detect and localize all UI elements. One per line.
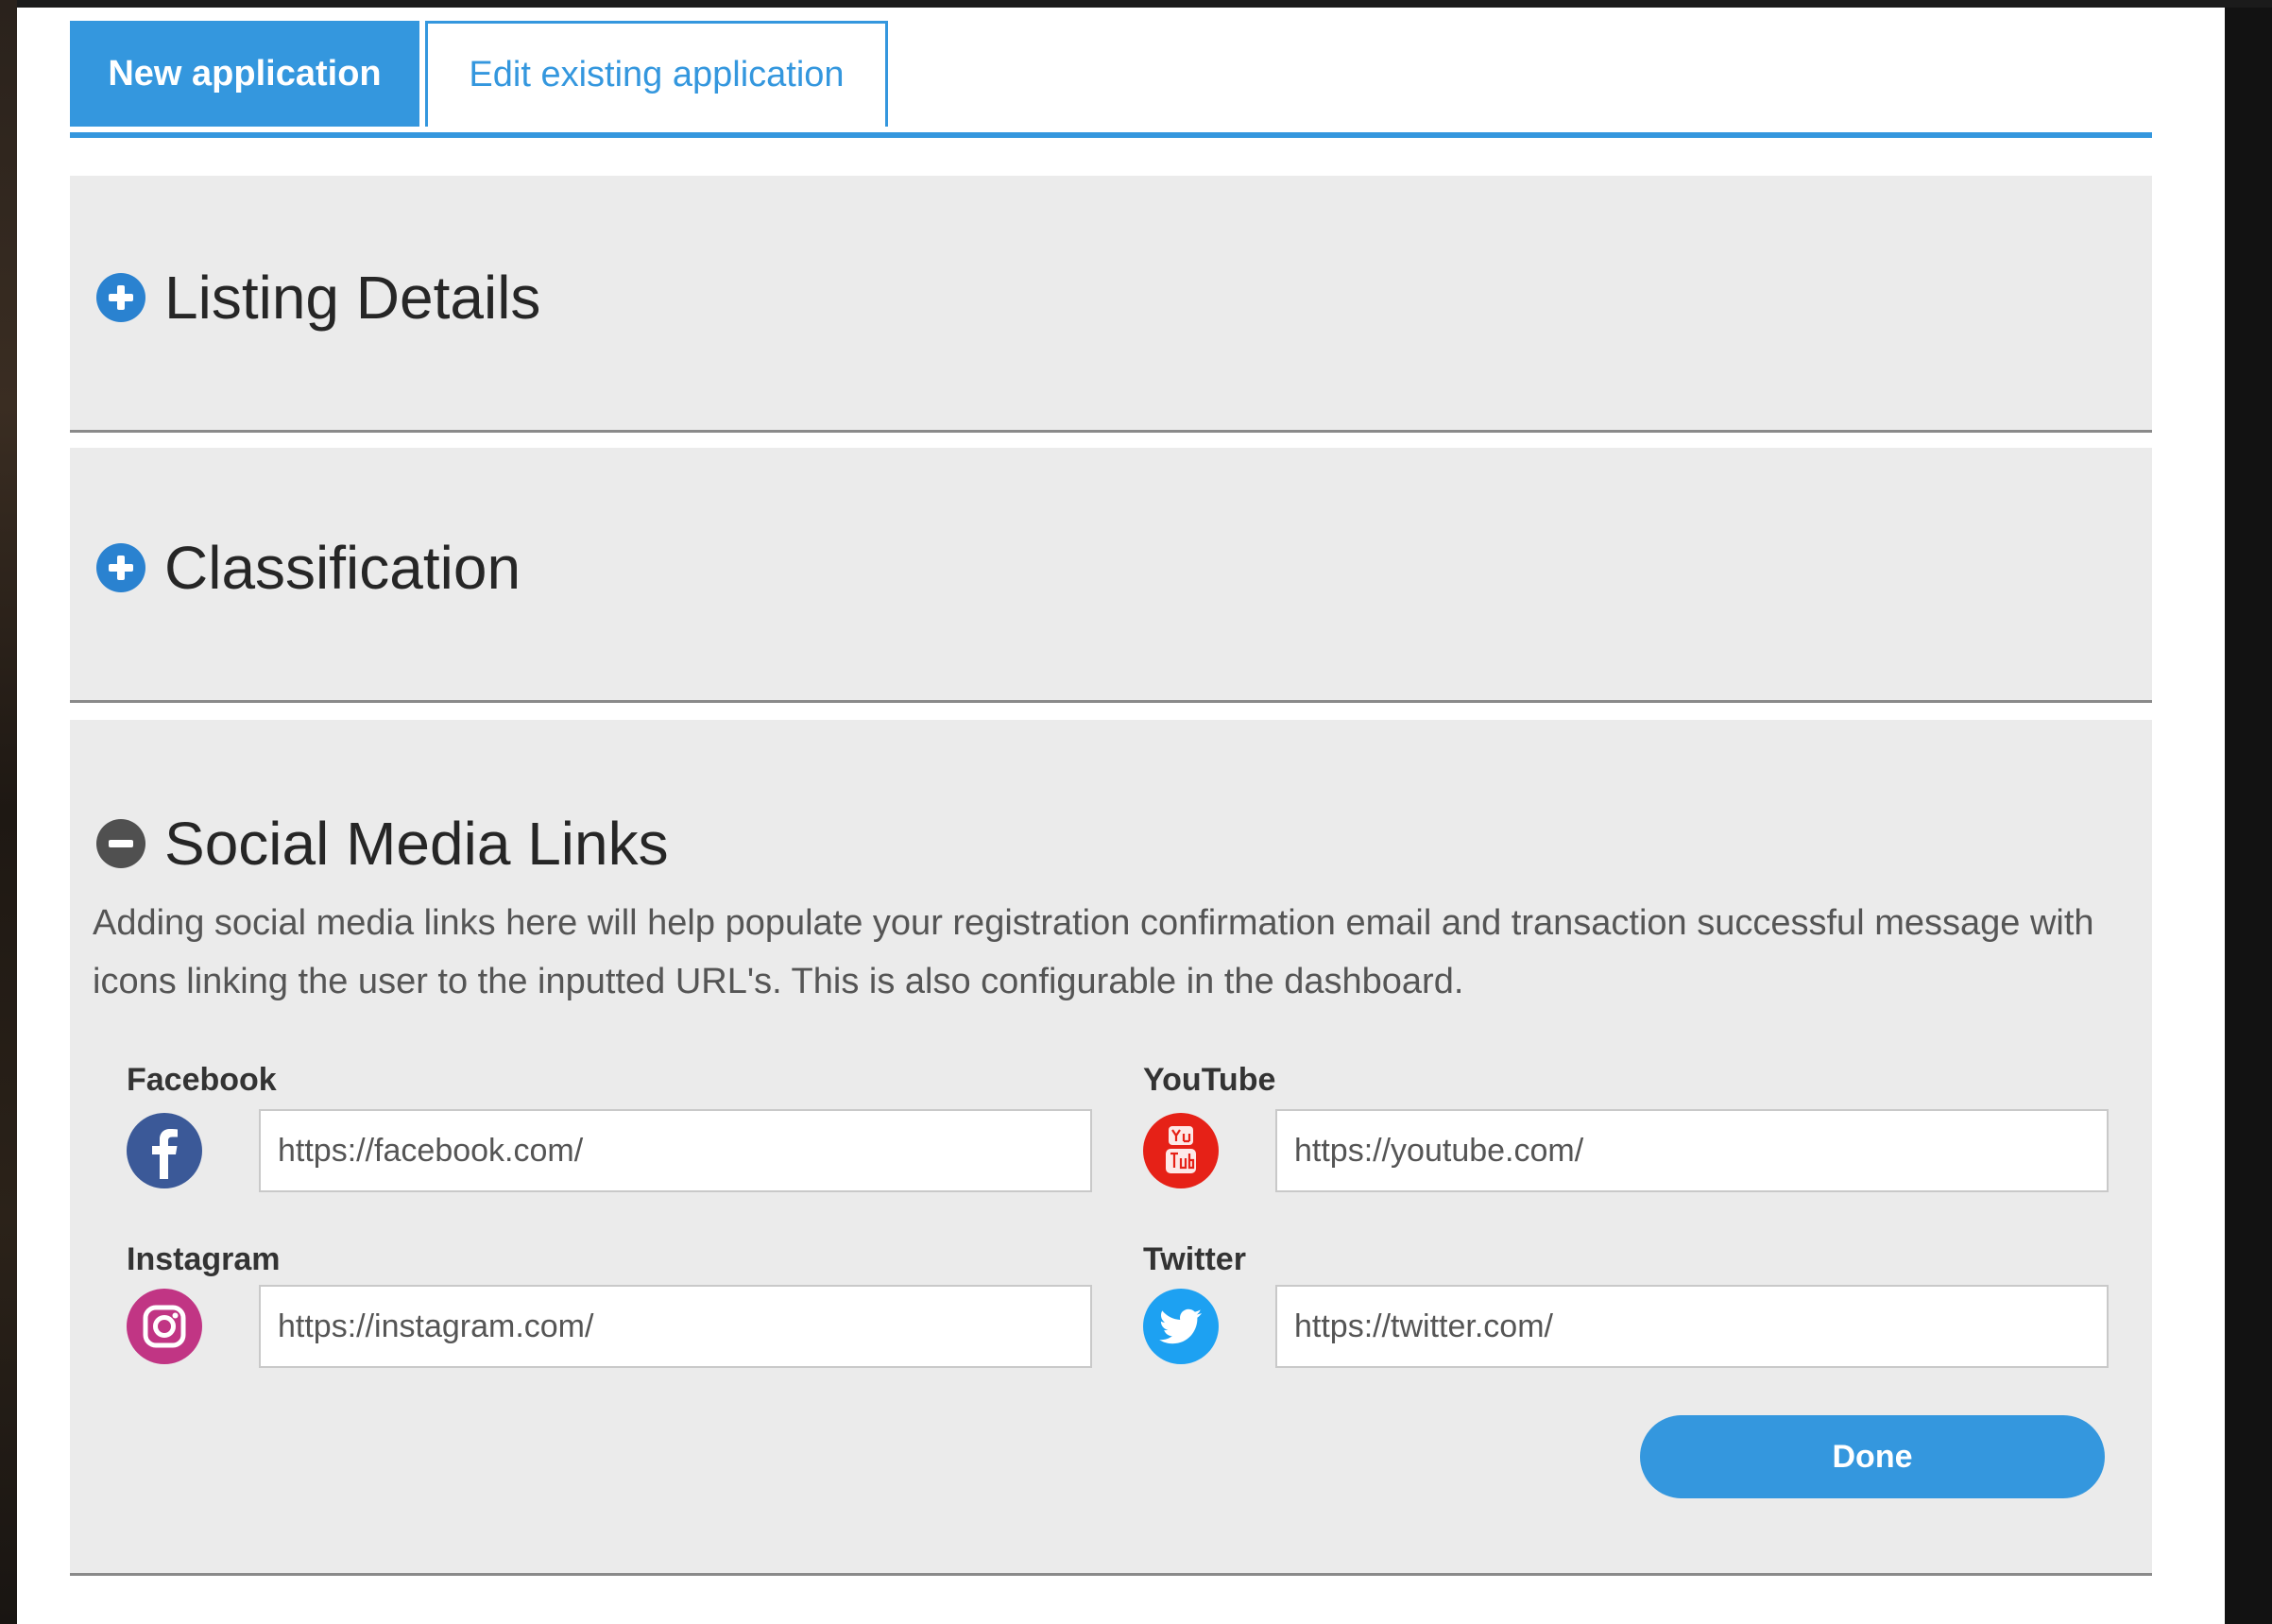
tab-new-application[interactable]: New application bbox=[70, 21, 419, 127]
instagram-label: Instagram bbox=[127, 1241, 281, 1277]
classification-header[interactable]: Classification bbox=[96, 533, 521, 603]
social-media-links-section: Social Media Links Adding social media l… bbox=[70, 720, 2152, 1576]
application-tabs: New application Edit existing applicatio… bbox=[70, 21, 2152, 138]
facebook-label: Facebook bbox=[127, 1062, 277, 1098]
plus-circle-icon bbox=[96, 273, 145, 322]
classification-section: Classification bbox=[70, 448, 2152, 703]
twitter-label: Twitter bbox=[1143, 1241, 1246, 1277]
twitter-url-input[interactable] bbox=[1275, 1285, 2109, 1368]
listing-details-section: Listing Details bbox=[70, 176, 2152, 433]
social-media-links-header[interactable]: Social Media Links bbox=[96, 809, 669, 879]
youtube-label: YouTube bbox=[1143, 1062, 1276, 1098]
window-top-edge bbox=[0, 0, 2272, 8]
section-title-listing-details: Listing Details bbox=[164, 264, 541, 332]
youtube-url-input[interactable] bbox=[1275, 1109, 2109, 1192]
listing-details-header[interactable]: Listing Details bbox=[96, 263, 540, 333]
done-button[interactable]: Done bbox=[1640, 1415, 2105, 1498]
section-title-classification: Classification bbox=[164, 534, 521, 602]
section-title-social-media-links: Social Media Links bbox=[164, 810, 669, 878]
instagram-url-input[interactable] bbox=[259, 1285, 1092, 1368]
facebook-icon bbox=[127, 1113, 202, 1188]
plus-circle-icon bbox=[96, 543, 145, 592]
facebook-url-input[interactable] bbox=[259, 1109, 1092, 1192]
minus-circle-icon bbox=[96, 819, 145, 868]
application-panel: New application Edit existing applicatio… bbox=[17, 8, 2225, 1624]
social-media-description: Adding social media links here will help… bbox=[93, 903, 2094, 1001]
youtube-icon bbox=[1143, 1113, 1219, 1188]
background-left-edge bbox=[0, 0, 17, 1624]
instagram-icon bbox=[127, 1289, 202, 1364]
tab-edit-existing-application[interactable]: Edit existing application bbox=[425, 21, 888, 127]
twitter-icon bbox=[1143, 1289, 1219, 1364]
